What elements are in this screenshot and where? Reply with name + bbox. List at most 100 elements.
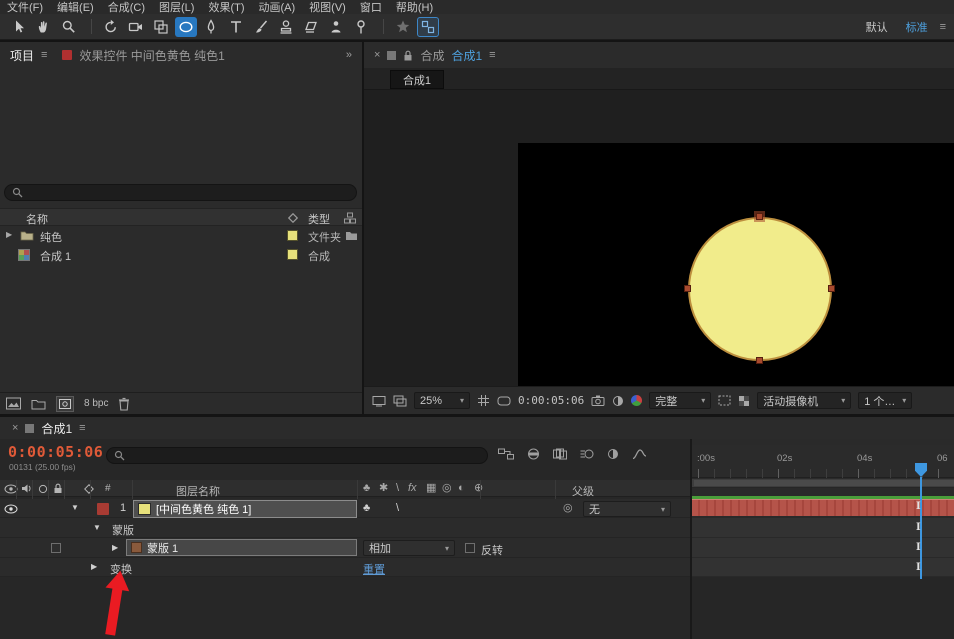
layer-label-color-chip[interactable] bbox=[97, 503, 109, 515]
menu-composition[interactable]: 合成(C) bbox=[101, 0, 152, 15]
menu-file[interactable]: 文件(F) bbox=[0, 0, 50, 15]
solo-column-icon[interactable] bbox=[38, 484, 48, 494]
motion-blur-column-icon[interactable]: ◎ bbox=[442, 483, 452, 494]
row-expander-icon[interactable]: ▶ bbox=[6, 231, 12, 239]
view-layout-dropdown[interactable]: 1 个…▾ bbox=[858, 392, 912, 409]
hand-tool-button[interactable] bbox=[33, 17, 55, 37]
puppet-pin-tool-button[interactable] bbox=[350, 17, 372, 37]
graph-editor-icon[interactable] bbox=[632, 448, 647, 460]
menu-layer[interactable]: 图层(L) bbox=[152, 0, 201, 15]
video-column-eye-icon[interactable] bbox=[4, 484, 18, 494]
comp-panel-menu-icon[interactable]: ≡ bbox=[489, 49, 495, 61]
ellipse-tool-button[interactable] bbox=[175, 17, 197, 37]
mini-flowchart-icon[interactable] bbox=[498, 448, 514, 460]
parent-column-header[interactable]: 父级 bbox=[572, 483, 594, 499]
zoom-tool-button[interactable] bbox=[58, 17, 80, 37]
work-area-bar[interactable] bbox=[692, 478, 954, 488]
layer-duration-bar[interactable] bbox=[692, 499, 954, 516]
menu-window[interactable]: 窗口 bbox=[353, 0, 389, 15]
magnification-dropdown[interactable]: 25%▾ bbox=[414, 392, 470, 409]
collapse-column-icon[interactable]: ✱ bbox=[379, 483, 388, 494]
parent-pickwhip-icon[interactable]: ◎ bbox=[563, 503, 573, 514]
snapshot-icon[interactable] bbox=[591, 395, 605, 406]
menu-animation[interactable]: 动画(A) bbox=[252, 0, 303, 15]
footage-preview-icon[interactable] bbox=[6, 397, 21, 410]
timeline-search-field[interactable] bbox=[106, 447, 488, 464]
lock-column-icon[interactable] bbox=[53, 483, 63, 494]
3d-column-icon[interactable]: ⊕ bbox=[474, 483, 483, 494]
quality-column-icon[interactable]: \ bbox=[396, 483, 399, 494]
layer-name-column-header[interactable]: 图层名称 bbox=[176, 483, 220, 499]
main-viewer-icon[interactable] bbox=[393, 395, 407, 407]
trash-icon[interactable] bbox=[118, 397, 130, 411]
label-color-swatch[interactable] bbox=[287, 230, 298, 241]
project-row-solids[interactable]: ▶ 纯色 文件夹 bbox=[0, 226, 362, 245]
close-icon[interactable]: × bbox=[374, 49, 380, 61]
shy-column-icon[interactable]: ♣ bbox=[363, 483, 370, 494]
layer-quality-switch[interactable]: \ bbox=[396, 503, 399, 514]
selection-handle-left[interactable] bbox=[684, 285, 691, 292]
layer-expander-icon[interactable]: ▼ bbox=[71, 504, 79, 512]
timeline-tab-comp1[interactable]: 合成1 bbox=[41, 420, 72, 437]
viewer-timecode[interactable]: 0:00:05:06 bbox=[518, 394, 584, 407]
text-tool-button[interactable] bbox=[225, 17, 247, 37]
active-camera-dropdown[interactable]: 活动摄像机▾ bbox=[757, 392, 851, 409]
menu-help[interactable]: 帮助(H) bbox=[389, 0, 440, 15]
shy-toggle-icon[interactable] bbox=[527, 448, 540, 460]
show-snapshot-icon[interactable] bbox=[612, 395, 624, 407]
brainstorm-icon[interactable] bbox=[607, 448, 619, 460]
composition-viewer[interactable] bbox=[364, 90, 954, 386]
camera-tool-button[interactable] bbox=[125, 17, 147, 37]
composition-viewport[interactable] bbox=[518, 143, 954, 386]
workspace-standard-button[interactable]: 标准 bbox=[906, 19, 928, 35]
always-preview-icon[interactable] bbox=[372, 395, 386, 407]
workspace-default-button[interactable]: 默认 bbox=[866, 19, 888, 35]
menu-edit[interactable]: 编辑(E) bbox=[50, 0, 101, 15]
transform-reset-link[interactable]: 重置 bbox=[363, 561, 385, 577]
yellow-ellipse-layer[interactable] bbox=[688, 217, 832, 361]
grid-guides-icon[interactable] bbox=[477, 394, 490, 407]
solid-color-swatch[interactable] bbox=[138, 503, 151, 515]
motion-blur-icon[interactable] bbox=[580, 448, 594, 460]
label-column-icon[interactable] bbox=[84, 484, 94, 494]
audio-column-speaker-icon[interactable] bbox=[21, 483, 33, 494]
rotation-tool-button[interactable] bbox=[100, 17, 122, 37]
track-row[interactable] bbox=[692, 538, 954, 558]
selection-tool-button[interactable] bbox=[8, 17, 30, 37]
label-color-swatch[interactable] bbox=[287, 249, 298, 260]
new-folder-icon[interactable] bbox=[31, 398, 46, 410]
project-bit-depth[interactable]: 8 bpc bbox=[84, 398, 108, 409]
fx-column-icon[interactable]: fx bbox=[408, 483, 417, 494]
track-row[interactable] bbox=[692, 518, 954, 538]
frame-blend-icon[interactable] bbox=[553, 448, 567, 460]
track-row[interactable] bbox=[692, 558, 954, 577]
pan-behind-tool-button[interactable] bbox=[150, 17, 172, 37]
motion-sketch-star-button[interactable] bbox=[392, 17, 414, 37]
column-name-header[interactable]: 名称 bbox=[26, 211, 48, 227]
lock-icon[interactable] bbox=[403, 50, 413, 61]
transparency-grid-icon[interactable] bbox=[738, 395, 750, 407]
transform-expander-icon[interactable]: ▶ bbox=[91, 563, 97, 571]
menu-effect[interactable]: 效果(T) bbox=[201, 0, 251, 15]
snapping-toggle-button[interactable] bbox=[417, 17, 439, 37]
number-column-header[interactable]: # bbox=[105, 483, 111, 494]
column-type-header[interactable]: 类型 bbox=[308, 211, 330, 227]
new-composition-button[interactable] bbox=[56, 396, 74, 412]
eraser-tool-button[interactable] bbox=[300, 17, 322, 37]
current-timecode[interactable]: 0:00:05:06 bbox=[8, 443, 103, 461]
mask-row[interactable]: ▶ 蒙版 1 相加 ▾ 反转 bbox=[0, 538, 690, 558]
selection-handle-bottom[interactable] bbox=[756, 357, 763, 364]
mask-invert-checkbox[interactable] bbox=[465, 543, 475, 553]
menu-view[interactable]: 视图(V) bbox=[302, 0, 353, 15]
brush-tool-button[interactable] bbox=[250, 17, 272, 37]
selection-handle-top[interactable] bbox=[756, 213, 763, 220]
timeline-menu-icon[interactable]: ≡ bbox=[79, 422, 85, 434]
layer-name-cell[interactable]: [中间色黄色 纯色 1] bbox=[133, 500, 357, 518]
frame-blend-column-icon[interactable]: ▦ bbox=[426, 483, 436, 494]
clone-stamp-tool-button[interactable] bbox=[275, 17, 297, 37]
mask-toggle[interactable] bbox=[51, 543, 61, 553]
close-icon[interactable]: × bbox=[12, 422, 18, 434]
project-row-comp1[interactable]: 合成 1 合成 bbox=[0, 245, 362, 264]
composition-tab-name[interactable]: 合成1 bbox=[451, 47, 482, 64]
adjustment-column-icon[interactable]: ◐ bbox=[458, 483, 465, 494]
